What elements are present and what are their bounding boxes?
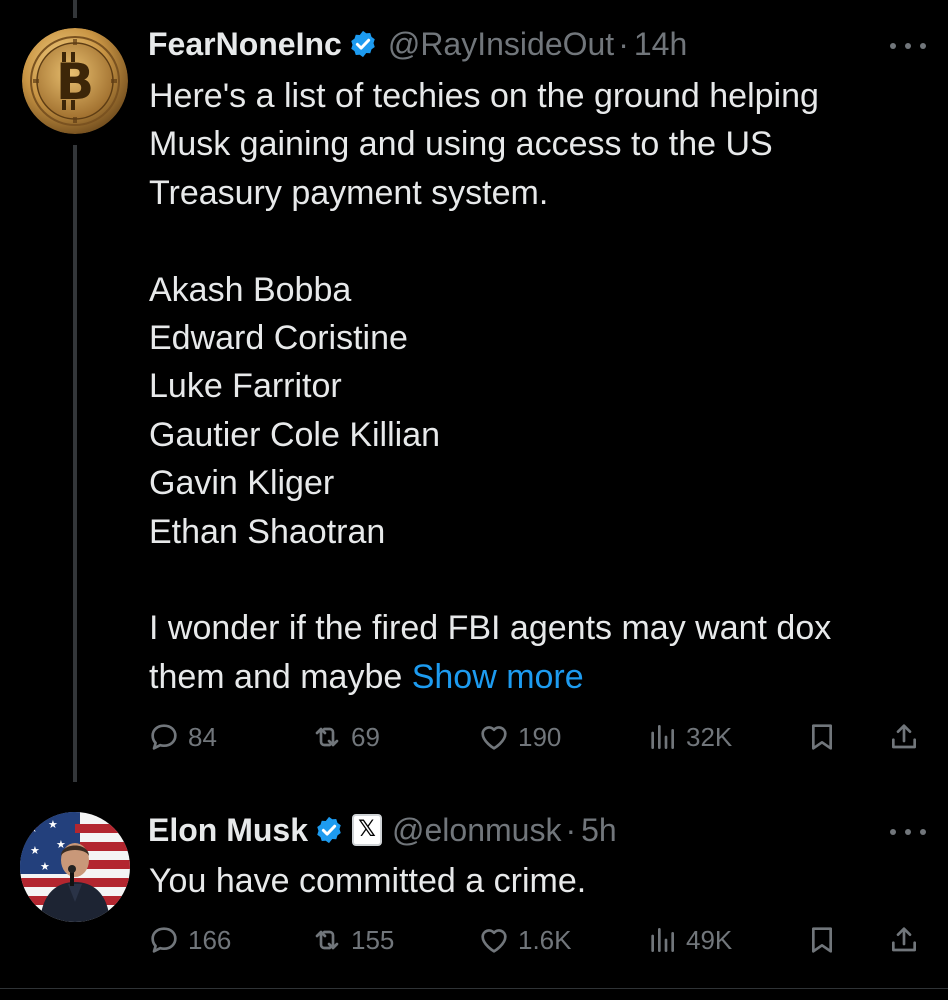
bookmark-icon (812, 927, 832, 953)
avatar-elon-musk[interactable]: ★ ★ ★ ★ ★ (20, 812, 130, 922)
more-options-icon[interactable] (890, 40, 926, 52)
repost-icon (315, 930, 339, 950)
tweet-text-line (149, 556, 929, 604)
verified-badge-icon[interactable] (314, 815, 344, 845)
like-count: 190 (518, 721, 562, 752)
bookmark-icon (812, 724, 832, 750)
tweet-text-line: Gavin Kliger (149, 464, 335, 503)
tweet-text-line: Edward Coristine (149, 318, 408, 357)
x-affiliate-badge-icon[interactable]: 𝕏 (352, 814, 383, 846)
views-chart-icon (651, 725, 674, 749)
more-options-icon[interactable] (890, 826, 926, 838)
tweet-timestamp[interactable]: 14h (634, 26, 687, 63)
tweet-actions: 166 155 1.6K 49K (148, 920, 928, 960)
verified-badge-icon[interactable] (348, 29, 378, 59)
repost-button[interactable]: 155 (311, 920, 394, 960)
show-more-link[interactable]: Show more (412, 658, 584, 696)
views-button[interactable]: 32K (646, 717, 732, 757)
divider (0, 988, 948, 989)
tweet-text-line: Akash Bobba (149, 270, 352, 309)
tweet-text: You have committed a crime. (149, 857, 929, 905)
svg-text:★: ★ (28, 822, 38, 835)
author-display-name[interactable]: FearNoneInc (148, 26, 342, 63)
bookmark-button[interactable] (806, 717, 838, 757)
thread-line (73, 145, 77, 782)
tweet-text-line: Ethan Shaotran (149, 512, 386, 551)
svg-text:★: ★ (48, 818, 58, 831)
tweet-header: FearNoneInc @RayInsideOut · 14h (148, 22, 687, 66)
share-button[interactable] (888, 717, 920, 757)
view-count: 49K (686, 924, 733, 955)
tweet-header: Elon Musk 𝕏 @elonmusk · 5h (148, 808, 617, 852)
heart-icon (481, 726, 507, 750)
repost-count: 155 (351, 924, 395, 955)
reply-button[interactable]: 166 (148, 920, 231, 960)
tweet-text-line: I wonder if the fired FBI agents may wan… (149, 609, 832, 648)
like-count: 1.6K (518, 924, 572, 955)
tweet-text-line: Here's a list of techies on the ground h… (149, 77, 819, 115)
tweet-text-line: Treasury payment system. (149, 173, 549, 212)
reply-button[interactable]: 84 (148, 717, 217, 757)
tweet-timestamp[interactable]: 5h (581, 812, 617, 849)
tweet-text-line (149, 217, 929, 265)
bookmark-button[interactable] (806, 920, 838, 960)
separator-dot: · (565, 811, 577, 848)
author-display-name[interactable]: Elon Musk (148, 812, 308, 849)
views-chart-icon (651, 928, 674, 952)
tweet-text: Here's a list of techies on the ground h… (149, 72, 929, 701)
like-button[interactable]: 190 (478, 717, 561, 757)
tweet-actions: 84 69 190 32K (148, 717, 928, 757)
share-icon (892, 927, 916, 952)
bitcoin-coin-icon: B (22, 28, 128, 134)
reply-icon (151, 724, 177, 750)
repost-count: 69 (351, 721, 380, 752)
svg-text:★: ★ (40, 860, 50, 873)
tweet-text-last-line: them and maybe Show more (149, 653, 929, 701)
svg-text:★: ★ (30, 844, 40, 857)
reply-count: 84 (188, 721, 217, 752)
share-icon (892, 724, 916, 749)
like-button[interactable]: 1.6K (478, 920, 572, 960)
tweet-text-line: Musk gaining and using access to the US (149, 125, 773, 164)
thread-line-top (73, 0, 77, 18)
reply-count: 166 (188, 924, 232, 955)
tweet-text-line: Luke Farritor (149, 367, 342, 406)
avatar-fearnoneinc[interactable]: B (22, 28, 128, 134)
repost-icon (315, 727, 339, 747)
reply-icon (151, 927, 177, 953)
tweet-text-line: You have committed a crime. (149, 862, 587, 900)
view-count: 32K (686, 721, 733, 752)
author-handle[interactable]: @elonmusk (392, 812, 561, 849)
elon-musk-photo-avatar: ★ ★ ★ ★ ★ (20, 812, 130, 922)
author-handle[interactable]: @RayInsideOut (388, 26, 614, 63)
tweet-text-line: Gautier Cole Killian (149, 415, 441, 454)
share-button[interactable] (888, 920, 920, 960)
repost-button[interactable]: 69 (311, 717, 380, 757)
views-button[interactable]: 49K (646, 920, 732, 960)
separator-dot: · (618, 25, 629, 62)
tweet-text-line: them and maybe (149, 657, 412, 696)
heart-icon (481, 929, 507, 953)
